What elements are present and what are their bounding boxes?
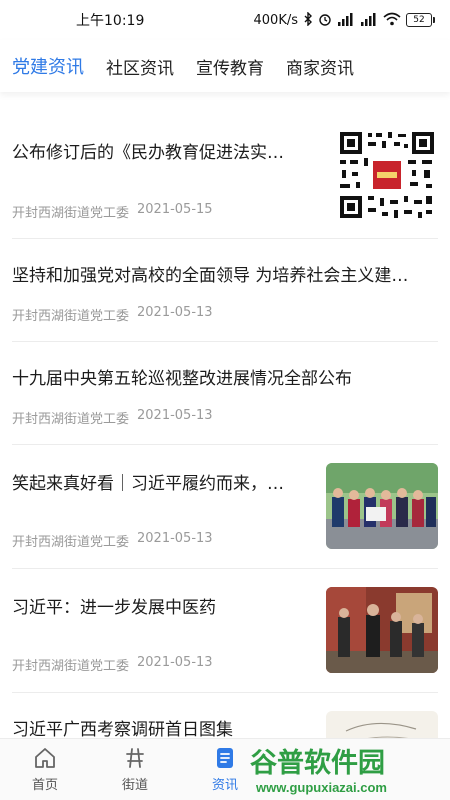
battery-icon: 52 [406,13,435,27]
tab-publicity-education[interactable]: 宣传教育 [196,54,264,79]
article-meta: 开封西湖街道党工委 2021-05-13 [12,408,213,427]
status-time: 上午10:19 [76,13,145,29]
article-item[interactable]: 习近平广西考察调研首日图集 [12,693,438,738]
article-list: 公布修订后的《民办教育促进法实… 开封西湖街道党工委 2021-05-15 坚持… [0,92,450,738]
alarm-icon [318,12,332,29]
article-title: 笑起来真好看｜习近平履约而来，… [12,474,284,494]
article-date: 2021-05-15 [137,202,213,217]
article-meta: 开封西湖街道党工委 2021-05-13 [12,305,213,324]
status-bar: 上午10:19 400K/s 52 [0,0,450,40]
signal-hd-icon [337,12,355,29]
wifi-icon [383,12,401,29]
watermark-text: 谷普软件园 [250,747,385,778]
qr-code-thumbnail [338,130,436,220]
article-source: 开封西湖街道党工委 [12,309,130,324]
article-title: 十九届中央第五轮巡视整改进展情况全部公布 [12,369,352,389]
article-item[interactable]: 公布修订后的《民办教育促进法实… 开封西湖街道党工委 2021-05-15 [12,92,438,239]
visit-photo-thumbnail [326,587,438,673]
signal-icon [360,12,378,29]
article-source: 开封西湖街道党工委 [12,412,130,427]
bluetooth-icon [303,10,313,29]
status-indicators: 400K/s 52 [253,10,435,29]
article-title: 坚持和加强党对高校的全面领导 为培养社会主义建… [12,266,409,286]
article-item[interactable]: 笑起来真好看｜习近平履约而来，… 开封西湖街道党工委 2021-05-13 [12,445,438,569]
tab-party-news[interactable]: 党建资讯 [12,53,84,79]
article-source: 开封西湖街道党工委 [12,206,130,221]
article-source: 开封西湖街道党工委 [12,535,130,550]
article-item[interactable]: 坚持和加强党对高校的全面领导 为培养社会主义建… 开封西湖街道党工委 2021-… [12,239,438,342]
nav-street-label: 街道 [121,778,148,793]
category-tabs: 党建资讯 社区资讯 宣传教育 商家资讯 [0,40,450,92]
article-title: 公布修订后的《民办教育促进法实… [12,143,284,163]
article-item[interactable]: 习近平：进一步发展中医药 开封西湖街道党工委 2021-05-13 [12,569,438,693]
street-icon [123,746,147,770]
nav-street[interactable]: 街道 [90,739,180,800]
article-date: 2021-05-13 [137,531,213,546]
article-title: 习近平：进一步发展中医药 [12,598,216,618]
article-source: 开封西湖街道党工委 [12,659,130,674]
gupu-watermark-logo: 谷普软件园 www.gupuxiazai.com [250,747,387,795]
news-icon [213,746,237,770]
watermark-url: www.gupuxiazai.com [255,780,387,795]
article-date: 2021-05-13 [137,655,213,670]
tab-merchant-news[interactable]: 商家资讯 [286,54,354,79]
article-meta: 开封西湖街道党工委 2021-05-13 [12,655,213,674]
article-meta: 开封西湖街道党工委 2021-05-15 [12,202,213,221]
nav-home[interactable]: 首页 [0,739,90,800]
article-title: 习近平广西考察调研首日图集 [12,720,233,738]
home-icon [33,746,57,770]
nav-home-label: 首页 [31,778,58,793]
article-meta: 开封西湖街道党工委 2021-05-13 [12,531,213,550]
sketch-photo-thumbnail [326,711,438,738]
group-photo-thumbnail [326,463,438,549]
network-speed: 400K/s [253,12,299,28]
article-date: 2021-05-13 [137,305,213,320]
article-date: 2021-05-13 [137,408,213,423]
article-item[interactable]: 十九届中央第五轮巡视整改进展情况全部公布 开封西湖街道党工委 2021-05-1… [12,342,438,445]
tab-community-news[interactable]: 社区资讯 [106,54,174,79]
nav-news-label: 资讯 [211,778,238,793]
